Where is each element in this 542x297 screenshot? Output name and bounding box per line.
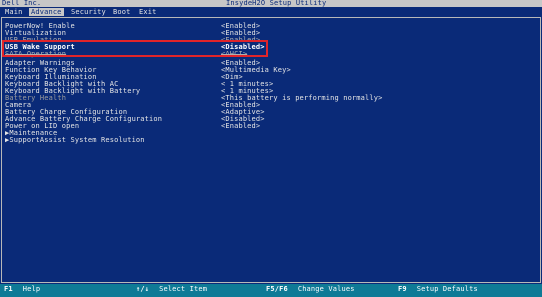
settings-panel: PowerNow! Enable <Enabled> Virtualizatio… xyxy=(1,17,541,283)
submenu-label: ▶SupportAssist System Resolution xyxy=(5,136,145,144)
key-description: Help xyxy=(22,285,41,293)
footer-item-change: F5/F6 Change Values xyxy=(266,286,355,293)
key-label: ↑/↓ xyxy=(136,285,150,293)
title-bar: Dell Inc. InsydeH2O Setup Utility xyxy=(0,0,542,7)
key-description: Setup Defaults xyxy=(416,285,478,293)
key-label: F1 xyxy=(4,285,13,293)
tab-advance[interactable]: Advance xyxy=(29,8,64,16)
menu-bar: Main Advance Security Boot Exit xyxy=(0,8,542,16)
utility-title: InsydeH2O Setup Utility xyxy=(226,0,327,7)
footer-item-defaults: F9 Setup Defaults xyxy=(398,286,478,293)
footer-item-select: ↑/↓ Select Item xyxy=(136,286,207,293)
footer-item-f1: F1 Help xyxy=(4,286,40,293)
key-description: Select Item xyxy=(159,285,208,293)
highlight-annotation-box xyxy=(2,40,268,57)
key-label: F5/F6 xyxy=(266,285,288,293)
tab-boot[interactable]: Boot xyxy=(111,8,132,16)
key-description: Change Values xyxy=(297,285,355,293)
tab-security[interactable]: Security xyxy=(69,8,108,16)
tab-exit[interactable]: Exit xyxy=(137,8,158,16)
vendor-name: Dell Inc. xyxy=(2,0,42,7)
footer-help-bar: F1 Help ↑/↓ Select Item F5/F6 Change Values… xyxy=(0,284,542,297)
key-label: F9 xyxy=(398,285,407,293)
setting-value[interactable]: <Enabled> xyxy=(221,123,260,130)
tab-main[interactable]: Main xyxy=(3,8,24,16)
